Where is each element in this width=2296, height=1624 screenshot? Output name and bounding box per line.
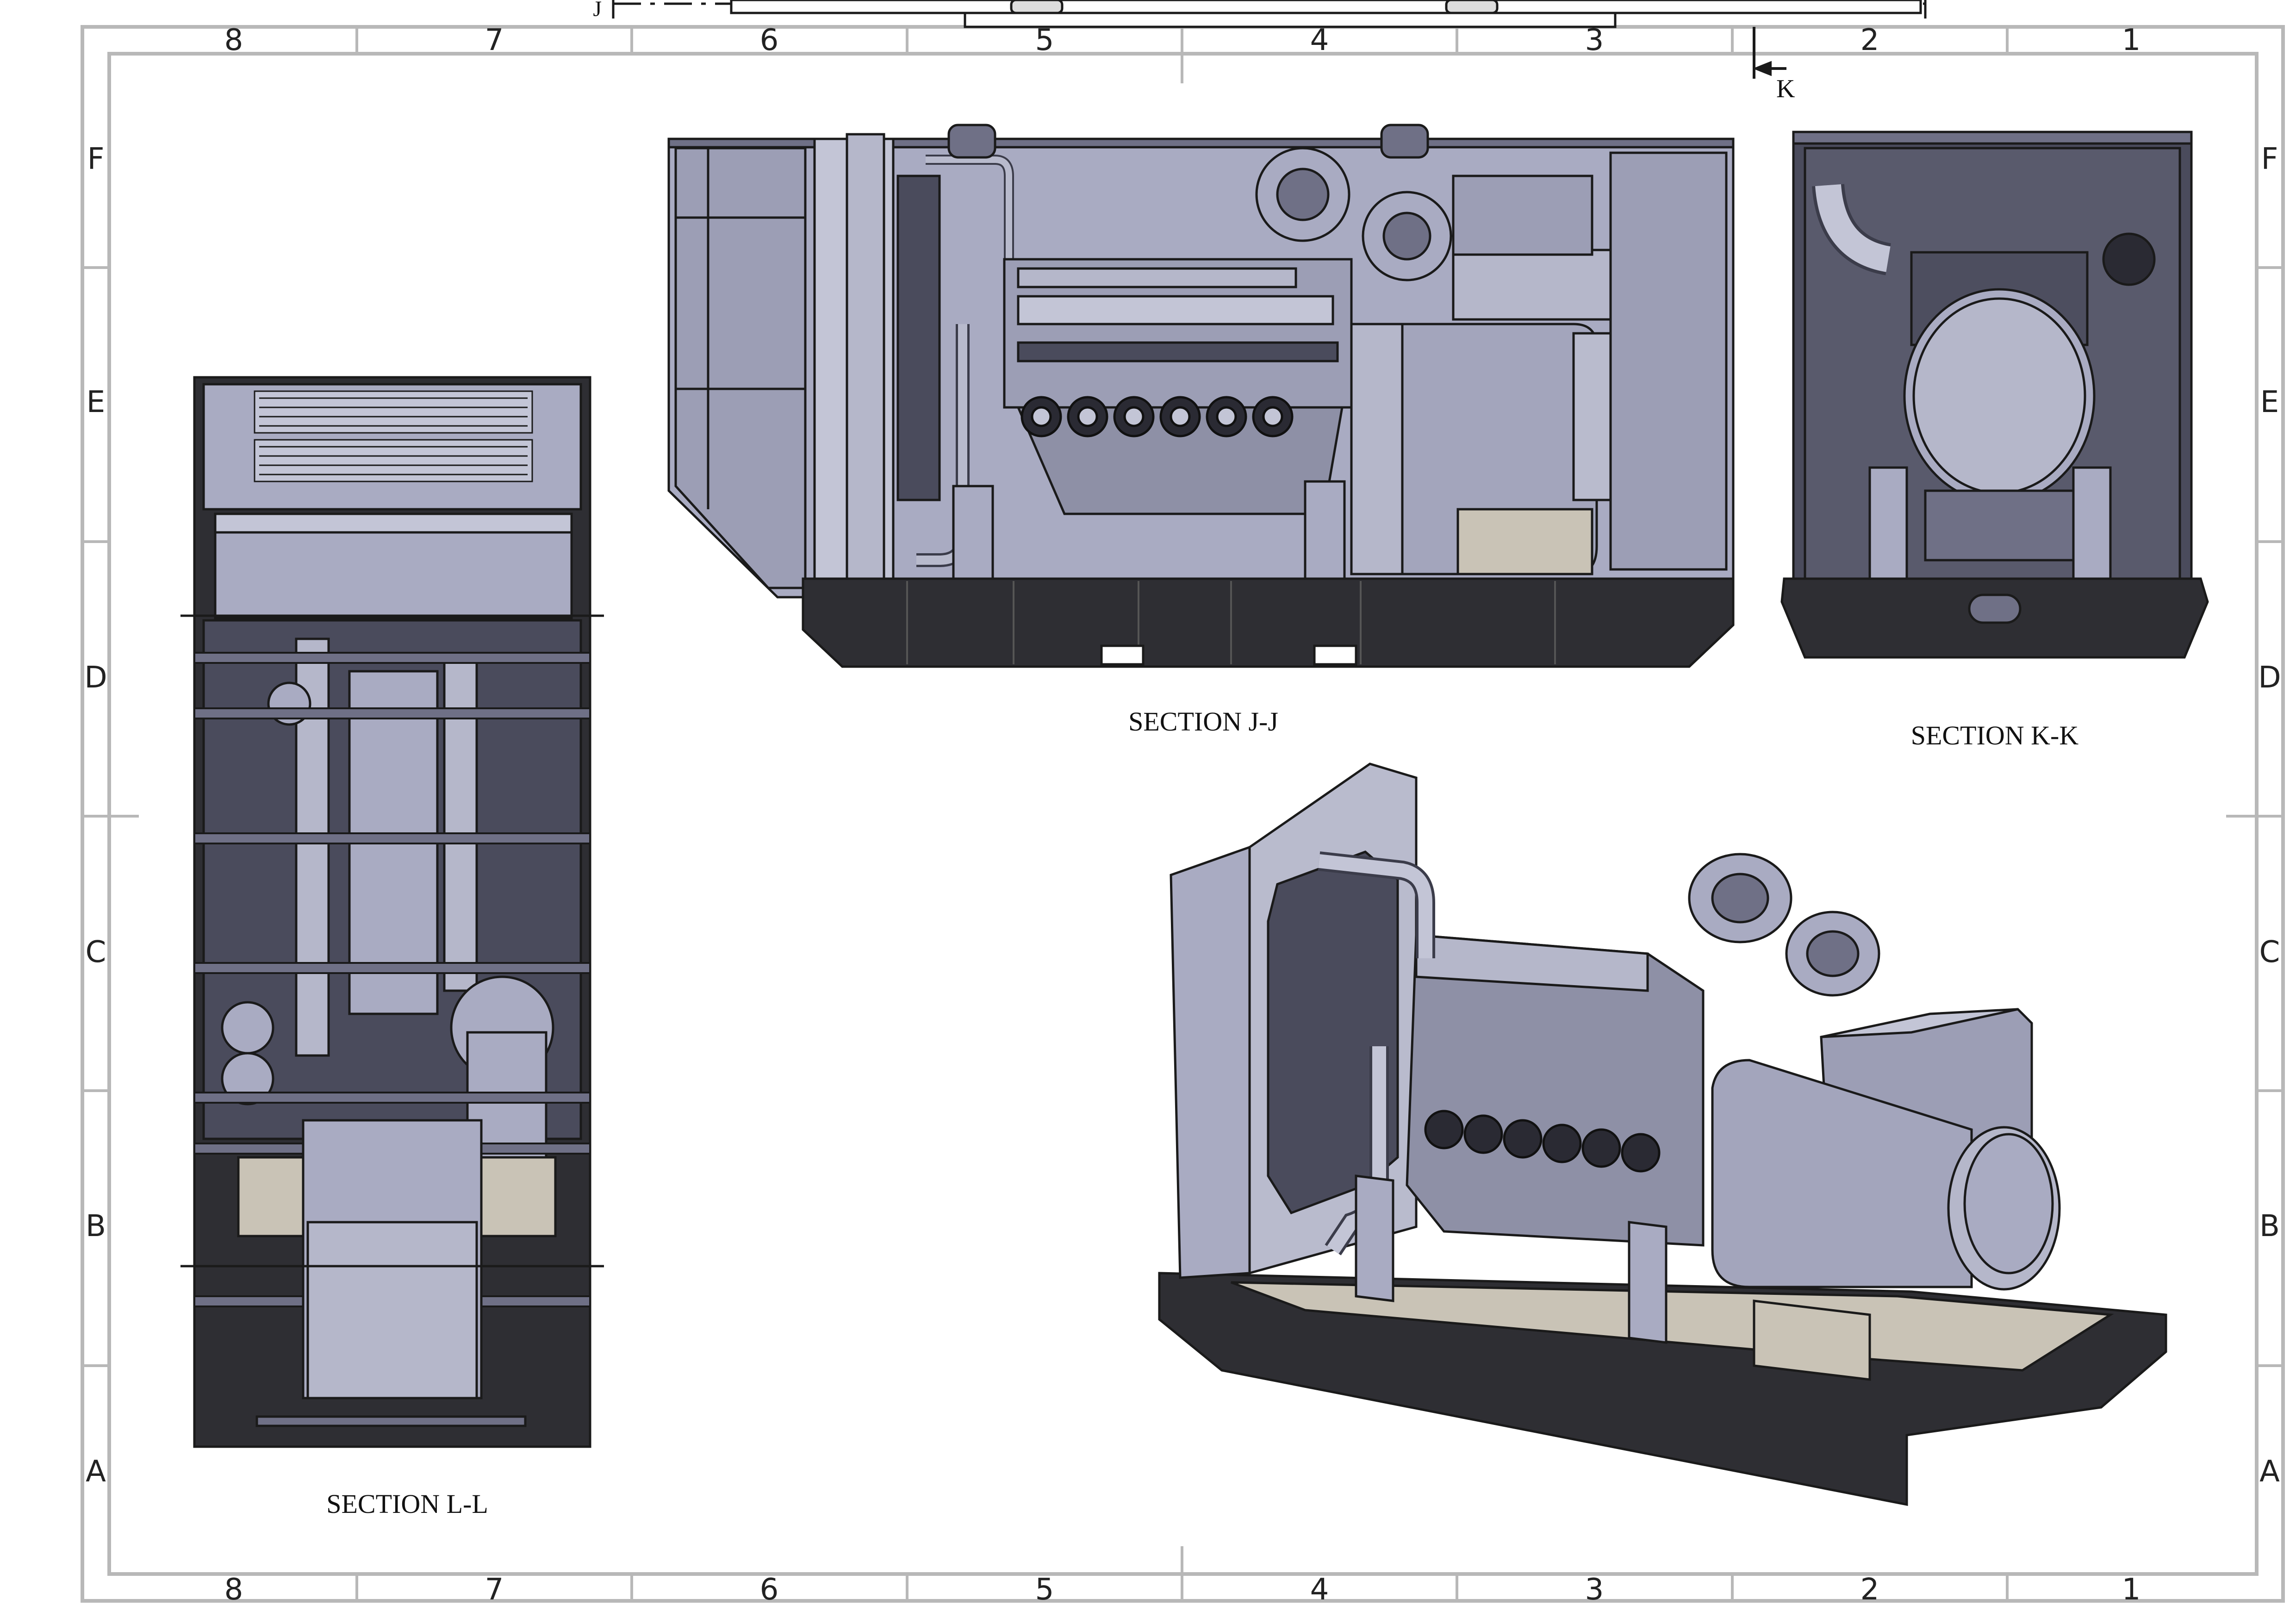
caption-section-kk: SECTION K-K (1911, 720, 2079, 750)
caption-section-jj: SECTION J-J (1128, 706, 1278, 737)
zone-row-f-right: F (2261, 142, 2278, 176)
zone-row-c-right: C (2259, 935, 2280, 969)
zone-col-3: 3 (1585, 23, 1604, 57)
caption-section-ll: SECTION L-L (326, 1489, 488, 1519)
zone-row-e: E (87, 385, 105, 419)
section-kk-view (1780, 131, 2209, 659)
drawing-sheet: 8 7 6 5 4 3 2 1 8 7 6 5 4 3 2 1 F E D C … (81, 0, 2285, 1607)
zone-col-5: 5 (1035, 23, 1054, 57)
section-marker-j: J (593, 0, 602, 21)
zone-row-b: B (86, 1209, 106, 1243)
section-marker-k: K (1776, 75, 1795, 103)
zone-row-f: F (87, 142, 105, 176)
section-ll-view (180, 376, 604, 1448)
zone-row-e-right: E (2260, 385, 2279, 419)
zone-row-d-right: D (2258, 661, 2281, 695)
isometric-view (1158, 762, 2167, 1506)
zone-col-1-bottom: 1 (2122, 1573, 2141, 1607)
zone-col-3-bottom: 3 (1585, 1573, 1604, 1607)
zone-col-4-bottom: 4 (1310, 1573, 1329, 1607)
zone-row-a: A (86, 1455, 106, 1489)
zone-col-6-bottom: 6 (760, 1573, 779, 1607)
section-jj-view (667, 124, 1735, 668)
zone-col-2: 2 (1860, 23, 1879, 57)
zone-row-b-right: B (2259, 1209, 2280, 1243)
zone-col-2-bottom: 2 (1860, 1573, 1879, 1607)
zone-col-8: 8 (224, 23, 243, 57)
zone-row-d: D (84, 661, 107, 695)
zone-col-8-bottom: 8 (224, 1573, 243, 1607)
zone-row-c: C (86, 935, 106, 969)
section-line-jj (612, 0, 1927, 28)
zone-row-a-right: A (2259, 1455, 2280, 1489)
zone-col-7-bottom: 7 (485, 1573, 504, 1607)
zone-col-4: 4 (1310, 23, 1329, 57)
zone-col-7: 7 (485, 23, 504, 57)
zone-col-6: 6 (760, 23, 779, 57)
zone-col-5-bottom: 5 (1035, 1573, 1054, 1607)
zone-col-1: 1 (2122, 23, 2141, 57)
